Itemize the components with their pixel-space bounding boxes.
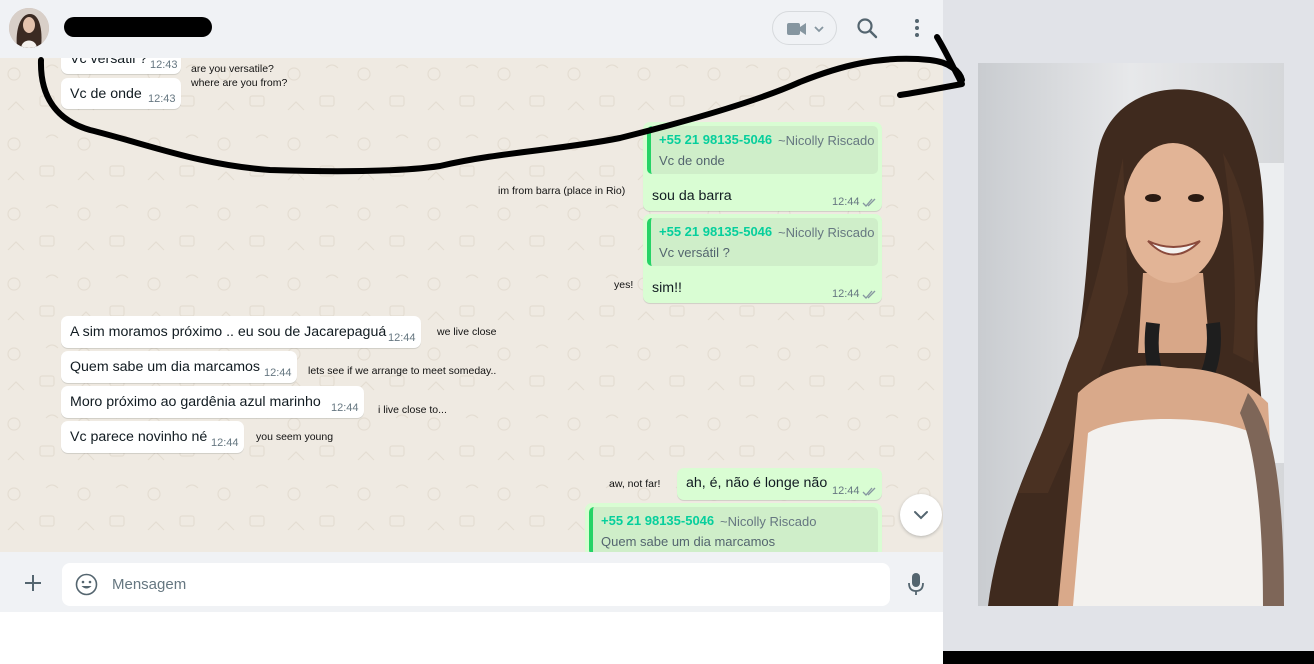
message-incoming[interactable]: Vc parece novinho né 12:44 — [61, 421, 244, 453]
message-text: Vc versátil ? — [70, 58, 148, 67]
annotation-text: are you versatile? — [191, 63, 274, 75]
annotation-text: lets see if we arrange to meet someday.. — [308, 365, 497, 377]
message-incoming[interactable]: Vc versátil ? 12:43 — [61, 58, 181, 74]
photo-panel — [943, 0, 1314, 664]
video-call-button[interactable] — [772, 11, 837, 45]
annotation-text: aw, not far! — [609, 478, 661, 490]
message-time: 12:44 — [331, 402, 359, 414]
bottom-black-bar — [943, 651, 1314, 664]
annotation-text: im from barra (place in Rio) — [498, 185, 626, 197]
message-outgoing[interactable]: ah, é, não é longe não 12:44 — [677, 468, 882, 500]
read-ticks-icon — [862, 198, 876, 207]
profile-photo — [978, 63, 1284, 606]
message-time: 12:44 — [832, 288, 860, 300]
message-text: Quem sabe um dia marcamos — [70, 359, 261, 375]
quoted-name: ~Nicolly Riscado — [720, 514, 817, 529]
quoted-name: ~Nicolly Riscado — [778, 225, 875, 240]
message-composer — [0, 552, 943, 612]
message-text: Vc de onde — [70, 86, 142, 102]
quoted-message[interactable]: +55 21 98135-5046 ~Nicolly Riscado Vc ve… — [647, 218, 878, 266]
message-outgoing[interactable]: +55 21 98135-5046 ~Nicolly Riscado Vc ve… — [643, 214, 882, 303]
emoji-button[interactable] — [74, 572, 99, 597]
message-time: 12:44 — [264, 367, 292, 379]
message-text: ah, é, não é longe não — [686, 475, 828, 491]
message-incoming[interactable]: A sim moramos próximo .. eu sou de Jacar… — [61, 316, 421, 348]
menu-button[interactable] — [906, 14, 928, 42]
microphone-icon — [908, 573, 924, 595]
message-text: Moro próximo ao gardênia azul marinho — [70, 394, 321, 410]
avatar[interactable] — [9, 8, 49, 48]
emoji-icon — [75, 573, 98, 596]
message-incoming[interactable]: Quem sabe um dia marcamos 12:44 — [61, 351, 297, 383]
message-text: sim!! — [652, 280, 682, 296]
video-camera-icon — [787, 23, 824, 35]
annotation-text: i live close to... — [378, 404, 447, 416]
message-outgoing[interactable]: +55 21 98135-5046 ~Nicolly Riscado Vc de… — [643, 122, 882, 211]
message-text: A sim moramos próximo .. eu sou de Jacar… — [70, 324, 387, 340]
scroll-down-button[interactable] — [900, 494, 942, 536]
attach-button[interactable] — [20, 570, 46, 596]
quoted-text: Quem sabe um dia marcamos — [601, 534, 776, 549]
annotation-text: yes! — [614, 279, 634, 291]
message-time: 12:44 — [388, 332, 416, 344]
read-ticks-icon — [862, 290, 876, 299]
message-input-box — [62, 563, 890, 606]
quoted-number: +55 21 98135-5046 — [659, 132, 773, 147]
message-outgoing[interactable]: +55 21 98135-5046 ~Nicolly Riscado Quem … — [585, 503, 882, 552]
annotation-text: where are you from? — [191, 77, 288, 89]
chat-header — [0, 0, 943, 58]
read-ticks-icon — [862, 487, 876, 496]
quoted-name: ~Nicolly Riscado — [778, 133, 875, 148]
quoted-number: +55 21 98135-5046 — [601, 513, 715, 528]
search-button[interactable] — [853, 14, 881, 42]
message-incoming[interactable]: Moro próximo ao gardênia azul marinho 12… — [61, 386, 364, 418]
message-time: 12:44 — [832, 485, 860, 497]
voice-message-button[interactable] — [904, 570, 928, 598]
message-time: 12:44 — [211, 437, 239, 449]
annotation-text: you seem young — [256, 431, 334, 443]
quoted-number: +55 21 98135-5046 — [659, 224, 773, 239]
menu-dots-icon — [915, 19, 919, 37]
message-text: sou da barra — [652, 188, 732, 204]
annotation-text: we live close — [437, 326, 497, 338]
search-icon — [857, 18, 878, 39]
chat-window: Vc versátil ? 12:43 Vc de onde 12:43 are… — [0, 0, 943, 612]
message-input[interactable] — [112, 563, 872, 606]
quoted-text: Vc de onde — [659, 153, 725, 168]
message-time: 12:43 — [148, 93, 176, 105]
quoted-text: Vc versátil ? — [659, 245, 730, 260]
message-list[interactable]: Vc versátil ? 12:43 Vc de onde 12:43 are… — [0, 58, 943, 552]
plus-icon — [25, 575, 41, 591]
message-time: 12:43 — [150, 59, 178, 71]
quoted-message[interactable]: +55 21 98135-5046 ~Nicolly Riscado Quem … — [589, 507, 878, 552]
contact-name-redacted — [64, 17, 212, 37]
quoted-message[interactable]: +55 21 98135-5046 ~Nicolly Riscado Vc de… — [647, 126, 878, 174]
message-time: 12:44 — [832, 196, 860, 208]
chevron-down-icon — [914, 511, 928, 520]
message-incoming[interactable]: Vc de onde 12:43 — [61, 78, 181, 109]
message-text: Vc parece novinho né — [70, 429, 208, 445]
